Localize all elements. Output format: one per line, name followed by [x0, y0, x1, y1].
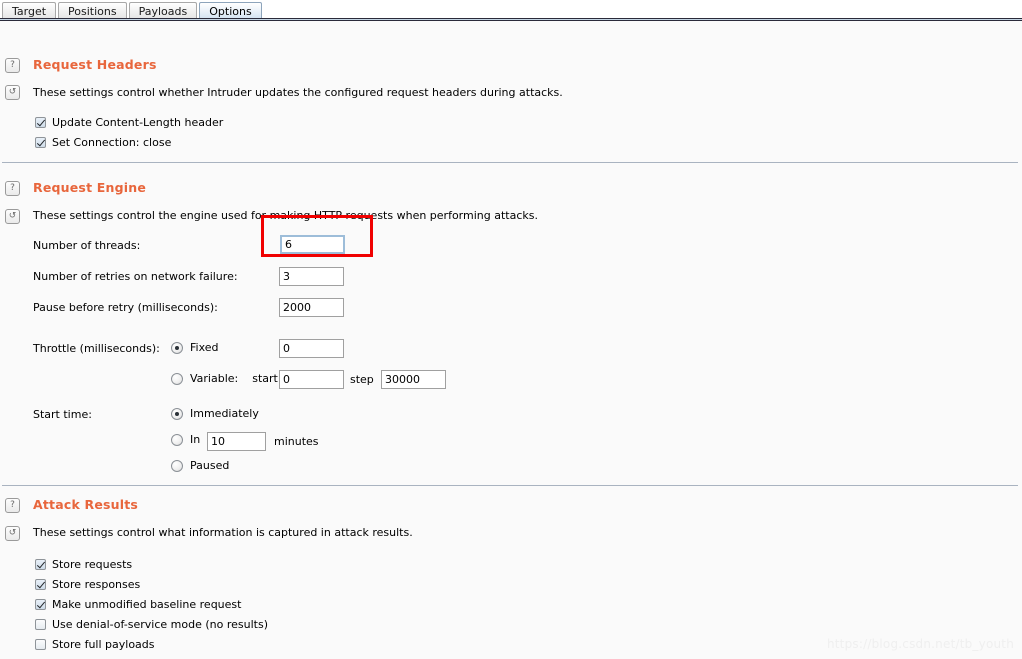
request-headers-checkbox-group: Update Content-Length header Set Connect…: [35, 112, 223, 152]
checkbox-store-requests-icon[interactable]: [35, 558, 46, 570]
input-number-of-retries[interactable]: [279, 267, 344, 286]
checkbox-make-unmodified-baseline-request-icon[interactable]: [35, 598, 46, 610]
reset-icon-request-headers[interactable]: ↺: [5, 85, 20, 100]
radio-start-immediately-label: Immediately: [190, 407, 259, 420]
checkbox-row-make-unmodified-baseline-request[interactable]: Make unmodified baseline request: [35, 594, 268, 614]
label-number-of-retries: Number of retries on network failure:: [33, 270, 238, 283]
input-throttle-variable-start[interactable]: [279, 370, 344, 389]
checkbox-row-set-connection-close[interactable]: Set Connection: close: [35, 132, 223, 152]
checkbox-denial-of-service-mode-icon[interactable]: [35, 618, 46, 630]
input-pause-before-retry[interactable]: [279, 298, 344, 317]
input-throttle-variable-step[interactable]: [381, 370, 446, 389]
section-title-request-headers: Request Headers: [33, 57, 157, 72]
section-attack-results: ? ↺ Attack Results These settings contro…: [0, 486, 1022, 651]
checkbox-row-denial-of-service-mode[interactable]: Use denial-of-service mode (no results): [35, 614, 268, 634]
input-throttle-fixed[interactable]: [279, 339, 344, 358]
radio-row-start-in-minutes[interactable]: In: [171, 433, 200, 446]
section-title-attack-results: Attack Results: [33, 497, 139, 512]
tab-bar: Target Positions Payloads Options: [0, 0, 1022, 21]
radio-row-throttle-variable[interactable]: Variable: start: [171, 372, 278, 385]
tab-list: Target Positions Payloads Options: [2, 0, 1022, 20]
checkbox-store-responses-icon[interactable]: [35, 578, 46, 590]
checkbox-denial-of-service-mode-label: Use denial-of-service mode (no results): [52, 617, 268, 631]
checkbox-store-full-payloads-icon[interactable]: [35, 638, 46, 650]
section-description-request-engine: These settings control the engine used f…: [33, 209, 538, 222]
checkbox-row-update-content-length[interactable]: Update Content-Length header: [35, 112, 223, 132]
attack-results-checkbox-group: Store requests Store responses Make unmo…: [35, 554, 268, 654]
radio-throttle-fixed-label: Fixed: [190, 341, 219, 354]
radio-row-throttle-fixed[interactable]: Fixed: [171, 341, 219, 354]
radio-start-in-minutes-label: In: [190, 433, 201, 446]
radio-start-paused-label: Paused: [190, 459, 230, 472]
checkbox-row-store-requests[interactable]: Store requests: [35, 554, 268, 574]
label-number-of-threads: Number of threads:: [33, 239, 141, 252]
reset-icon-attack-results[interactable]: ↺: [5, 526, 20, 541]
checkbox-row-store-responses[interactable]: Store responses: [35, 574, 268, 594]
help-icon-request-headers[interactable]: ?: [5, 58, 20, 73]
reset-icon-request-engine[interactable]: ↺: [5, 209, 20, 224]
label-start-in-minutes-suffix: minutes: [274, 435, 319, 448]
radio-start-paused-icon[interactable]: [171, 459, 183, 472]
label-start-time: Start time:: [33, 408, 92, 421]
radio-start-immediately-icon[interactable]: [171, 407, 183, 420]
section-title-request-engine: Request Engine: [33, 180, 147, 195]
radio-row-start-immediately[interactable]: Immediately: [171, 407, 259, 420]
checkbox-store-responses-label: Store responses: [52, 577, 141, 591]
label-throttle-variable-step: step: [350, 373, 374, 386]
radio-throttle-variable-icon[interactable]: [171, 372, 183, 385]
checkbox-update-content-length-label: Update Content-Length header: [52, 115, 224, 129]
radio-start-in-minutes-icon[interactable]: [171, 433, 183, 446]
options-panel: ? ↺ Request Headers These settings contr…: [0, 21, 1022, 651]
checkbox-store-requests-label: Store requests: [52, 557, 133, 571]
radio-row-start-paused[interactable]: Paused: [171, 459, 229, 472]
checkbox-update-content-length-icon[interactable]: [35, 116, 46, 128]
input-number-of-threads[interactable]: [280, 235, 345, 254]
checkbox-make-unmodified-baseline-request-label: Make unmodified baseline request: [52, 597, 242, 611]
checkbox-store-full-payloads-label: Store full payloads: [52, 637, 155, 651]
section-description-request-headers: These settings control whether Intruder …: [33, 86, 563, 99]
watermark: https://blog.csdn.net/tb_youth: [826, 637, 1014, 651]
input-start-in-minutes[interactable]: [207, 432, 266, 451]
section-description-attack-results: These settings control what information …: [33, 526, 413, 539]
section-request-engine: ? ↺ Request Engine These settings contro…: [0, 163, 1022, 485]
radio-throttle-variable-label: Variable:: [190, 372, 239, 385]
help-icon-request-engine[interactable]: ?: [5, 181, 20, 196]
label-throttle: Throttle (milliseconds):: [33, 342, 160, 355]
radio-throttle-fixed-icon[interactable]: [171, 341, 183, 354]
section-request-headers: ? ↺ Request Headers These settings contr…: [0, 21, 1022, 149]
help-icon-attack-results[interactable]: ?: [5, 498, 20, 513]
label-pause-before-retry: Pause before retry (milliseconds):: [33, 301, 218, 314]
checkbox-set-connection-close-icon[interactable]: [35, 136, 46, 148]
checkbox-row-store-full-payloads[interactable]: Store full payloads: [35, 634, 268, 654]
label-throttle-variable-start: start: [252, 372, 278, 385]
checkbox-set-connection-close-label: Set Connection: close: [52, 135, 172, 149]
